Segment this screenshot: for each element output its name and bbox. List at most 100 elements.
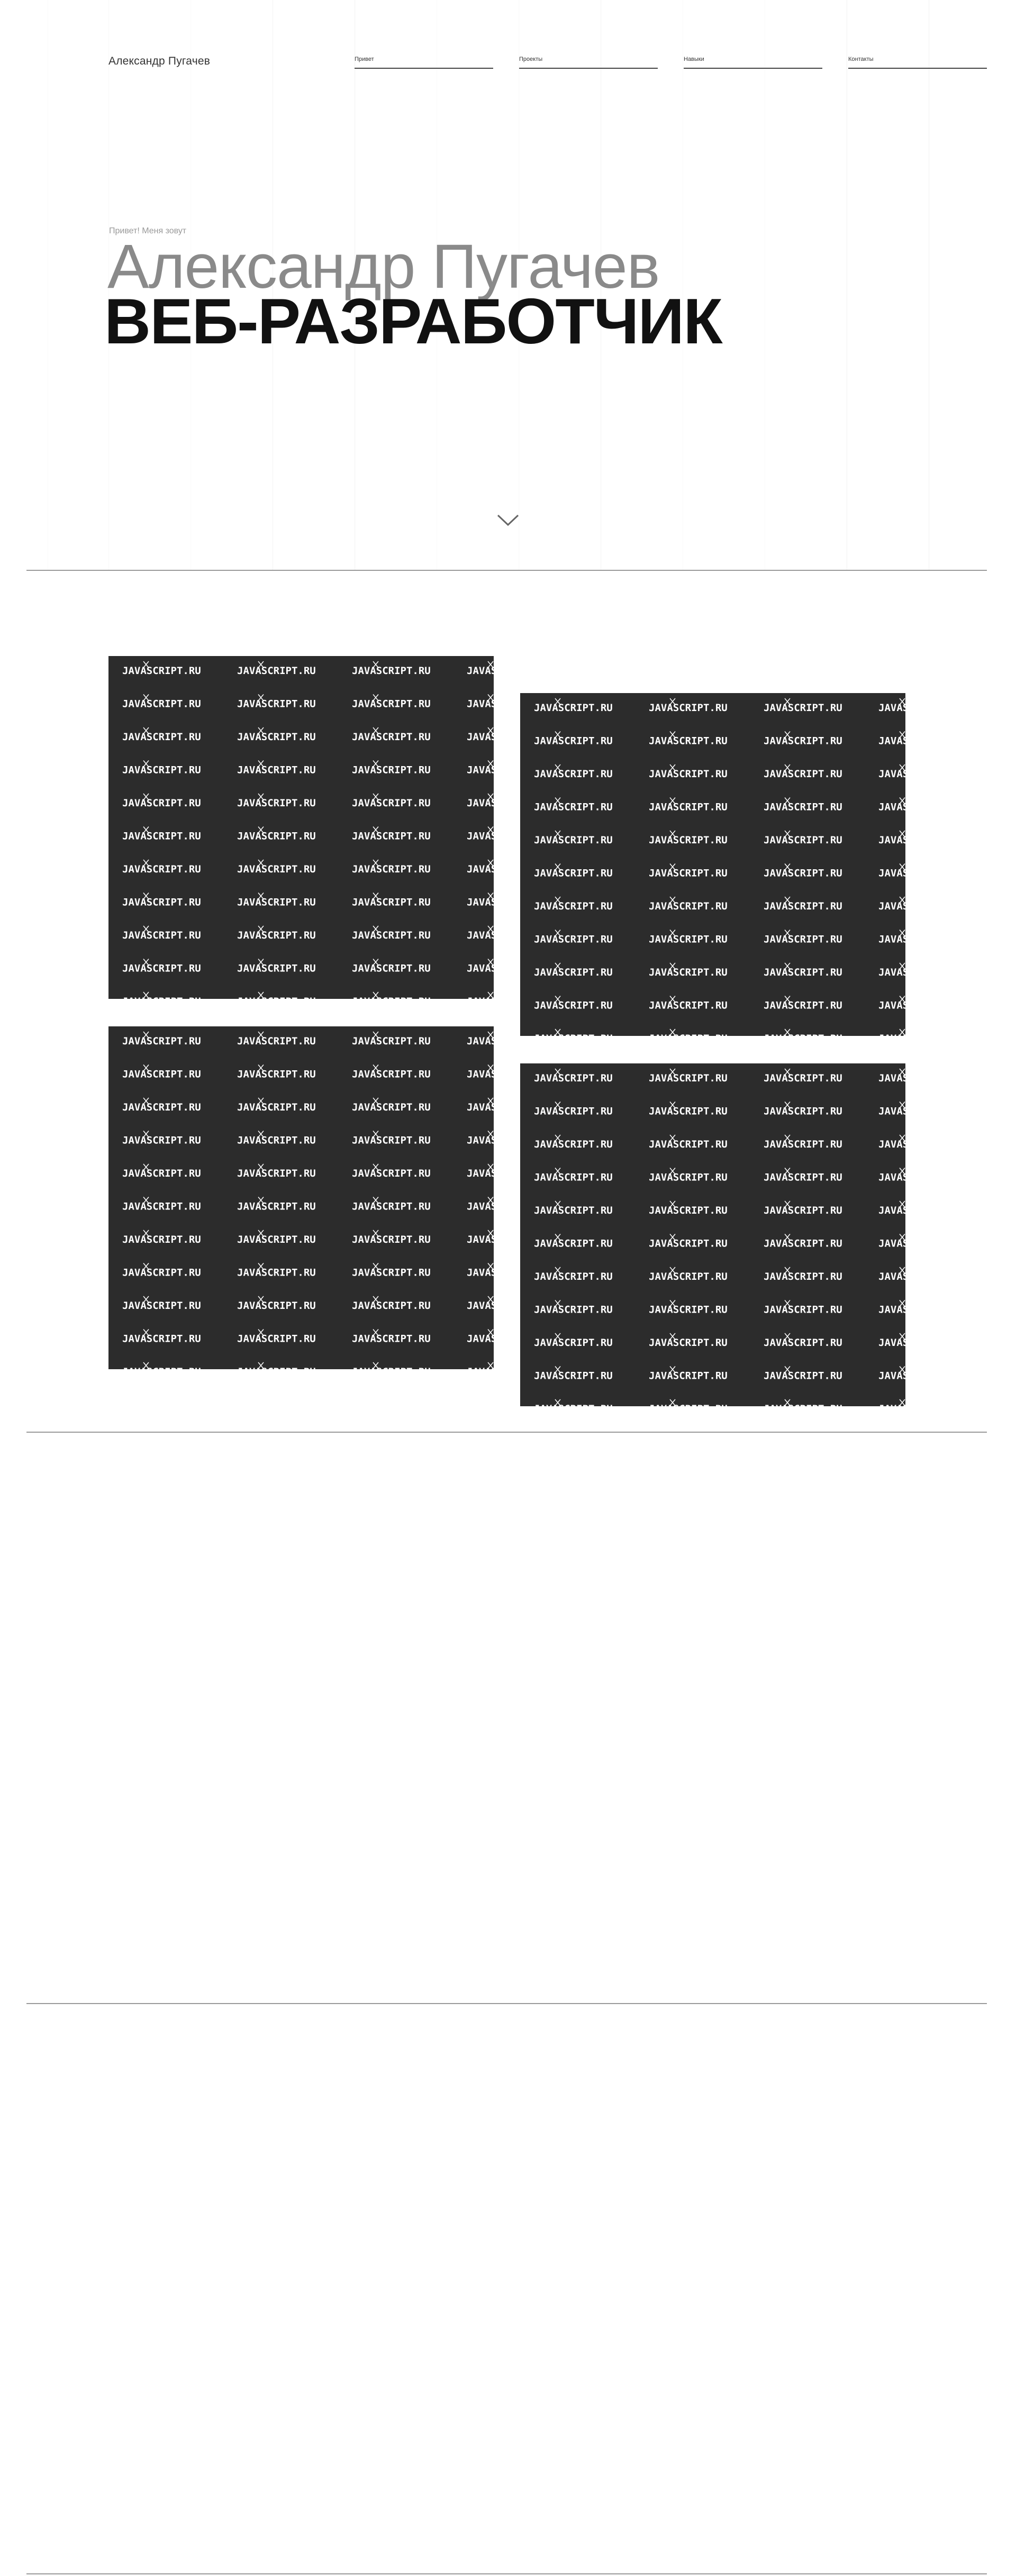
pattern-text: JAVASCRIPT.RU	[764, 868, 842, 879]
pattern-text: JAVASCRIPT.RU	[122, 831, 201, 842]
pattern-text: JAVASCRIPT.RU	[649, 967, 728, 978]
section-divider	[26, 570, 987, 571]
project-card[interactable]: JAVASCRIPT.RU JAVASCRIPT.RU JAVASCRIPT.RU J…	[520, 693, 905, 1036]
pattern-text: JAVASCRIPT.RU	[122, 1135, 201, 1146]
pattern-text: JAVASCRIPT.RU	[352, 831, 431, 842]
pattern-text: JAVASCRIPT.RU	[237, 1267, 316, 1279]
pattern-text: JAVASCRIPT.RU	[878, 1403, 905, 1406]
pattern-text: JAVASCRIPT.RU	[352, 863, 431, 875]
pattern-text: JAVASCRIPT.RU	[878, 1337, 905, 1349]
pattern-text: JAVASCRIPT.RU	[764, 1271, 842, 1282]
pattern-text: JAVASCRIPT.RU	[764, 1238, 842, 1250]
pattern-text: JAVASCRIPT.RU	[878, 802, 905, 813]
pattern-text: JAVASCRIPT.RU	[649, 834, 728, 846]
pattern-text: JAVASCRIPT.RU	[352, 1069, 431, 1080]
pattern-text: JAVASCRIPT.RU	[352, 996, 431, 999]
pattern-text: JAVASCRIPT.RU	[467, 1201, 494, 1213]
pattern-text: JAVASCRIPT.RU	[534, 1304, 613, 1316]
hero-section: Привет! Меня зовут Александр Пугачев ВЕБ…	[0, 0, 1016, 570]
pattern-text: JAVASCRIPT.RU	[467, 897, 494, 908]
pattern-text: JAVASCRIPT.RU	[122, 1102, 201, 1113]
pattern-text: JAVASCRIPT.RU	[237, 1102, 316, 1113]
pattern-text: JAVASCRIPT.RU	[467, 731, 494, 743]
pattern-text: JAVASCRIPT.RU	[352, 1102, 431, 1113]
pattern-text: JAVASCRIPT.RU	[467, 1267, 494, 1279]
project-card[interactable]: JAVASCRIPT.RU JAVASCRIPT.RU JAVASCRIPT.RU J…	[108, 656, 494, 999]
pattern-text: JAVASCRIPT.RU	[237, 1333, 316, 1345]
pattern-text: JAVASCRIPT.RU	[649, 735, 728, 747]
pattern-text: JAVASCRIPT.RU	[534, 1172, 613, 1184]
pattern-text: JAVASCRIPT.RU	[649, 1370, 728, 1382]
pattern-text: JAVASCRIPT.RU	[764, 934, 842, 945]
pattern-text: JAVASCRIPT.RU	[649, 934, 728, 945]
pattern-text: JAVASCRIPT.RU	[122, 1366, 201, 1369]
pattern-text: JAVASCRIPT.RU	[352, 1201, 431, 1213]
javascript-ru-pattern: JAVASCRIPT.RU JAVASCRIPT.RU JAVASCRIPT.RU J…	[534, 1068, 905, 1406]
pattern-text: JAVASCRIPT.RU	[649, 1072, 728, 1084]
pattern-text: JAVASCRIPT.RU	[534, 735, 613, 747]
pattern-text: JAVASCRIPT.RU	[352, 698, 431, 710]
pattern-text: JAVASCRIPT.RU	[764, 1106, 842, 1117]
chevron-down-icon	[497, 514, 519, 526]
pattern-text: JAVASCRIPT.RU	[649, 1238, 728, 1250]
pattern-text: JAVASCRIPT.RU	[467, 930, 494, 941]
pattern-text: JAVASCRIPT.RU	[649, 1139, 728, 1150]
project-card-pattern: JAVASCRIPT.RU JAVASCRIPT.RU JAVASCRIPT.RU J…	[108, 656, 494, 999]
pattern-text: JAVASCRIPT.RU	[352, 1333, 431, 1345]
pattern-text: JAVASCRIPT.RU	[878, 1304, 905, 1316]
pattern-text: JAVASCRIPT.RU	[467, 1135, 494, 1146]
pattern-text: JAVASCRIPT.RU	[237, 996, 316, 999]
contacts-section	[0, 2004, 1016, 2573]
pattern-text: JAVASCRIPT.RU	[467, 963, 494, 975]
pattern-text: JAVASCRIPT.RU	[352, 665, 431, 677]
project-card[interactable]: JAVASCRIPT.RU JAVASCRIPT.RU JAVASCRIPT.RU J…	[520, 1063, 905, 1406]
pattern-text: JAVASCRIPT.RU	[237, 797, 316, 809]
pattern-text: JAVASCRIPT.RU	[764, 1000, 842, 1012]
pattern-text: JAVASCRIPT.RU	[352, 930, 431, 941]
pattern-text: JAVASCRIPT.RU	[649, 1304, 728, 1316]
pattern-text: JAVASCRIPT.RU	[534, 1205, 613, 1216]
pattern-text: JAVASCRIPT.RU	[649, 1271, 728, 1282]
pattern-text: JAVASCRIPT.RU	[649, 1172, 728, 1184]
pattern-text: JAVASCRIPT.RU	[467, 764, 494, 776]
pattern-text: JAVASCRIPT.RU	[649, 1205, 728, 1216]
pattern-text: JAVASCRIPT.RU	[764, 1403, 842, 1406]
pattern-text: JAVASCRIPT.RU	[352, 797, 431, 809]
pattern-text: JAVASCRIPT.RU	[764, 1072, 842, 1084]
pattern-text: JAVASCRIPT.RU	[237, 1234, 316, 1245]
pattern-text: JAVASCRIPT.RU	[534, 1106, 613, 1117]
pattern-text: JAVASCRIPT.RU	[237, 863, 316, 875]
pattern-text: JAVASCRIPT.RU	[237, 930, 316, 941]
pattern-text: JAVASCRIPT.RU	[878, 735, 905, 747]
pattern-text: JAVASCRIPT.RU	[764, 1337, 842, 1349]
pattern-text: JAVASCRIPT.RU	[878, 1370, 905, 1382]
pattern-text: JAVASCRIPT.RU	[352, 1267, 431, 1279]
pattern-text: JAVASCRIPT.RU	[534, 1370, 613, 1382]
pattern-text: JAVASCRIPT.RU	[122, 764, 201, 776]
pattern-text: JAVASCRIPT.RU	[122, 698, 201, 710]
scroll-down-button[interactable]	[495, 512, 521, 528]
project-card[interactable]: JAVASCRIPT.RU JAVASCRIPT.RU JAVASCRIPT.RU J…	[108, 1026, 494, 1369]
pattern-text: JAVASCRIPT.RU	[237, 698, 316, 710]
pattern-text: JAVASCRIPT.RU	[534, 900, 613, 912]
pattern-text: JAVASCRIPT.RU	[764, 900, 842, 912]
pattern-text: JAVASCRIPT.RU	[878, 967, 905, 978]
pattern-text: JAVASCRIPT.RU	[764, 1304, 842, 1316]
pattern-text: JAVASCRIPT.RU	[122, 1300, 201, 1312]
pattern-text: JAVASCRIPT.RU	[878, 1172, 905, 1184]
pattern-text: JAVASCRIPT.RU	[534, 1238, 613, 1250]
pattern-text: JAVASCRIPT.RU	[649, 768, 728, 780]
pattern-text: JAVASCRIPT.RU	[122, 963, 201, 975]
pattern-text: JAVASCRIPT.RU	[878, 768, 905, 780]
pattern-text: JAVASCRIPT.RU	[237, 1168, 316, 1179]
pattern-text: JAVASCRIPT.RU	[122, 1267, 201, 1279]
pattern-text: JAVASCRIPT.RU	[122, 797, 201, 809]
pattern-text: JAVASCRIPT.RU	[534, 934, 613, 945]
pattern-text: JAVASCRIPT.RU	[764, 1033, 842, 1036]
pattern-text: JAVASCRIPT.RU	[122, 665, 201, 677]
pattern-text: JAVASCRIPT.RU	[878, 1033, 905, 1036]
pattern-text: JAVASCRIPT.RU	[467, 1069, 494, 1080]
pattern-text: JAVASCRIPT.RU	[878, 1271, 905, 1282]
pattern-text: JAVASCRIPT.RU	[467, 1168, 494, 1179]
pattern-text: JAVASCRIPT.RU	[122, 1234, 201, 1245]
